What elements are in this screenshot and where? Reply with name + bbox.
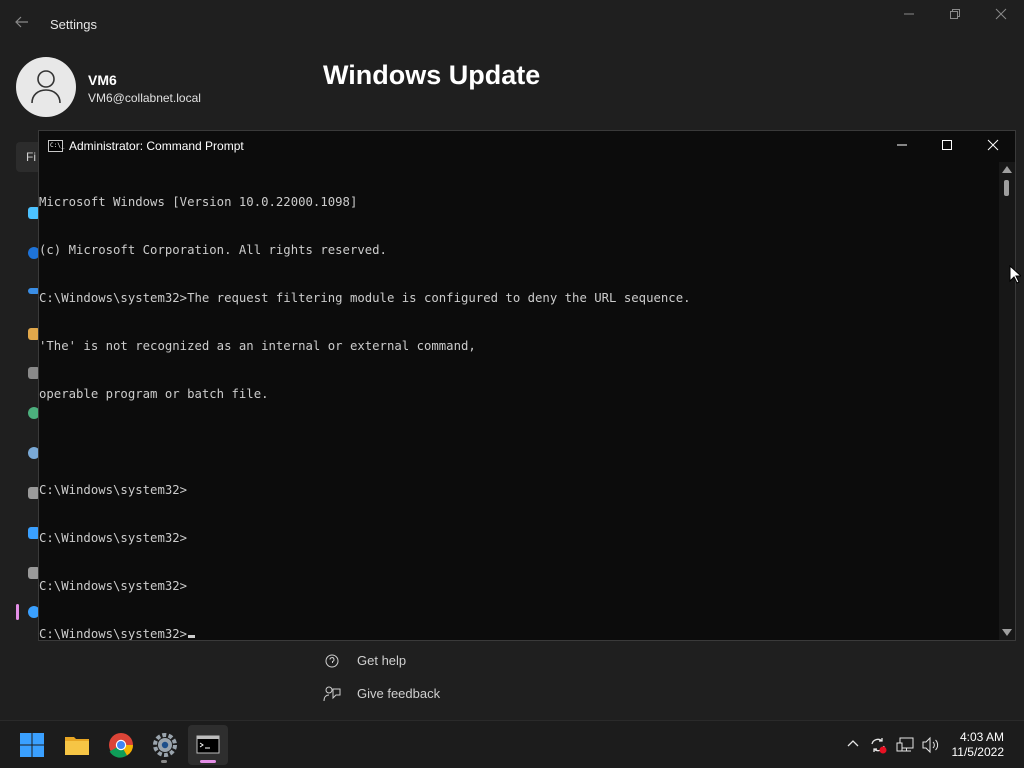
scroll-down-arrow-icon[interactable] bbox=[1002, 629, 1012, 636]
cmd-minimize-button[interactable] bbox=[879, 131, 925, 161]
back-arrow-icon[interactable] bbox=[14, 14, 34, 34]
file-explorer-icon bbox=[65, 737, 89, 755]
clock-date: 11/5/2022 bbox=[951, 745, 1005, 759]
settings-close-button[interactable] bbox=[986, 8, 1016, 26]
cmd-title-bar[interactable]: C:\_ Administrator: Command Prompt bbox=[39, 131, 1015, 161]
page-title: Windows Update bbox=[323, 60, 541, 90]
avatar[interactable] bbox=[16, 57, 76, 117]
command-prompt-taskbar-button[interactable] bbox=[188, 725, 228, 765]
get-help-link[interactable]: Get help bbox=[323, 653, 406, 672]
active-indicator bbox=[200, 760, 216, 763]
settings-icon bbox=[153, 733, 177, 757]
help-icon bbox=[323, 653, 347, 672]
start-icon bbox=[20, 733, 44, 757]
terminal-prompt: C:\Windows\system32> bbox=[39, 627, 188, 640]
give-feedback-link[interactable]: Give feedback bbox=[323, 686, 440, 705]
terminal-line: operable program or batch file. bbox=[39, 387, 269, 401]
scroll-up-arrow-icon[interactable] bbox=[1002, 166, 1012, 173]
cmd-maximize-button[interactable] bbox=[924, 131, 970, 161]
network-tray-button[interactable] bbox=[896, 736, 916, 768]
settings-title: Settings bbox=[50, 17, 97, 32]
chrome-button[interactable] bbox=[101, 725, 141, 765]
volume-tray-button[interactable] bbox=[921, 736, 941, 768]
feedback-icon bbox=[323, 686, 347, 705]
scrollbar-thumb[interactable] bbox=[1004, 180, 1009, 196]
command-prompt-taskbar-icon bbox=[196, 735, 220, 754]
selected-indicator bbox=[16, 604, 19, 620]
terminal-line: 'The' is not recognized as an internal o… bbox=[39, 339, 476, 353]
terminal-line: C:\Windows\system32> bbox=[39, 579, 188, 593]
command-prompt-window[interactable]: C:\_ Administrator: Command Prompt Micro… bbox=[38, 130, 1016, 641]
user-email: VM6@collabnet.local bbox=[88, 91, 201, 105]
command-prompt-icon: C:\_ bbox=[48, 140, 64, 152]
terminal-output[interactable]: Microsoft Windows [Version 10.0.22000.10… bbox=[39, 162, 1001, 640]
clock[interactable]: 4:03 AM 11/5/2022 bbox=[952, 730, 1005, 760]
terminal-line: C:\Windows\system32>The request filterin… bbox=[39, 291, 691, 305]
terminal-line: C:\Windows\system32> bbox=[39, 483, 188, 497]
mouse-pointer-icon bbox=[1009, 264, 1023, 289]
desktop: Settings VM6 VM6@collabnet.local Windows… bbox=[0, 0, 1024, 768]
settings-minimize-button[interactable] bbox=[894, 8, 924, 26]
get-help-label: Get help bbox=[357, 653, 407, 668]
start-button[interactable] bbox=[12, 725, 52, 765]
show-hidden-icons-button[interactable] bbox=[846, 736, 860, 768]
chevron-up-icon bbox=[847, 740, 859, 747]
user-name: VM6 bbox=[88, 72, 117, 88]
terminal-prompt-line: C:\Windows\system32> bbox=[39, 626, 1001, 640]
network-icon bbox=[896, 737, 914, 752]
terminal-line: C:\Windows\system32> bbox=[39, 531, 188, 545]
terminal-line: Microsoft Windows [Version 10.0.22000.10… bbox=[39, 195, 358, 209]
settings-restore-button[interactable] bbox=[940, 8, 970, 26]
taskbar: 4:03 AM 11/5/2022 bbox=[0, 720, 1024, 768]
volume-icon bbox=[922, 736, 939, 754]
maximize-icon bbox=[942, 140, 952, 150]
minimize-icon bbox=[897, 144, 907, 146]
clock-time: 4:03 AM bbox=[959, 730, 1004, 744]
file-explorer-button[interactable] bbox=[57, 725, 97, 765]
vertical-scrollbar[interactable] bbox=[999, 162, 1015, 640]
running-indicator bbox=[161, 760, 167, 763]
sync-error-icon bbox=[871, 738, 887, 754]
user-icon bbox=[31, 70, 61, 104]
terminal-line: (c) Microsoft Corporation. All rights re… bbox=[39, 243, 387, 257]
sync-status-button[interactable] bbox=[868, 735, 888, 768]
settings-taskbar-button[interactable] bbox=[145, 725, 185, 765]
cmd-close-button[interactable] bbox=[970, 131, 1016, 161]
text-cursor bbox=[188, 635, 196, 638]
cmd-window-title: Administrator: Command Prompt bbox=[69, 139, 244, 153]
chrome-icon bbox=[109, 733, 133, 758]
give-feedback-label: Give feedback bbox=[357, 686, 441, 701]
close-icon bbox=[987, 139, 999, 151]
